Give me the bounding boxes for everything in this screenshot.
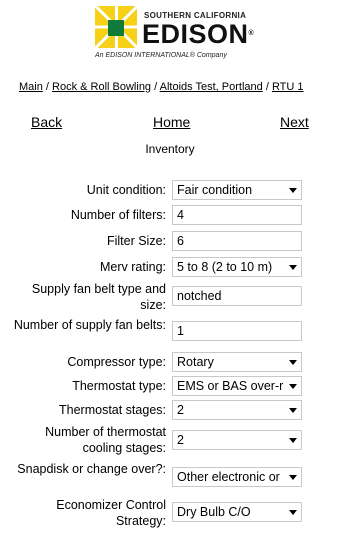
merv-select[interactable]: 5 to 8 (2 to 10 m) — [172, 257, 302, 277]
economizer-select[interactable]: Dry Bulb C/O — [172, 502, 302, 522]
fan-belt-type-label: Supply fan belt type and size: — [31, 282, 166, 312]
chevron-down-icon — [289, 265, 297, 270]
fan-belts-label: Number of supply fan belts: — [13, 318, 166, 332]
cooling-stages-label: Number of thermostat cooling stages: — [45, 425, 166, 455]
unit-condition-label: Unit condition: — [86, 183, 166, 197]
num-filters-input[interactable]: 4 — [172, 205, 302, 225]
unit-condition-select[interactable]: Fair condition — [172, 180, 302, 200]
home-link[interactable]: Home — [153, 114, 190, 130]
snapdisk-label: Snapdisk or change over?: — [17, 462, 166, 476]
chevron-down-icon — [289, 510, 297, 515]
snapdisk-select[interactable]: Other electronic or — [172, 467, 302, 487]
fan-belts-input[interactable]: 1 — [172, 321, 302, 341]
filter-size-input[interactable]: 6 — [172, 231, 302, 251]
economizer-label: Economizer Control Strategy: — [56, 498, 166, 528]
next-link[interactable]: Next — [280, 114, 309, 130]
compressor-label: Compressor type: — [67, 355, 166, 369]
breadcrumb-unit[interactable]: RTU 1 — [272, 81, 304, 93]
breadcrumb-business[interactable]: Rock & Roll Bowling — [52, 81, 151, 93]
logo-tagline: An EDISON INTERNATIONAL® Company — [95, 52, 227, 59]
chevron-down-icon — [289, 438, 297, 443]
chevron-down-icon — [289, 384, 297, 389]
breadcrumb: Main / Rock & Roll Bowling / Altoids Tes… — [19, 81, 304, 93]
edison-logo: SOUTHERN CALIFORNIA EDISON® An EDISON IN… — [95, 6, 254, 62]
chevron-down-icon — [289, 188, 297, 193]
edison-sun-mark-icon — [95, 6, 137, 48]
breadcrumb-site[interactable]: Altoids Test, Portland — [160, 81, 263, 93]
thermostat-stages-select[interactable]: 2 — [172, 400, 302, 420]
compressor-select[interactable]: Rotary — [172, 352, 302, 372]
filter-size-label: Filter Size: — [106, 234, 166, 248]
back-link[interactable]: Back — [31, 114, 62, 130]
fan-belt-type-input[interactable]: notched — [172, 286, 302, 306]
cooling-stages-select[interactable]: 2 — [172, 430, 302, 450]
chevron-down-icon — [289, 475, 297, 480]
section-title: Inventory — [145, 142, 195, 156]
thermostat-type-select[interactable]: EMS or BAS over-r — [172, 376, 302, 396]
num-filters-label: Number of filters: — [70, 208, 166, 222]
logo-name: EDISON® — [142, 19, 255, 49]
thermostat-type-label: Thermostat type: — [72, 379, 166, 393]
thermostat-stages-label: Thermostat stages: — [59, 403, 166, 417]
breadcrumb-main[interactable]: Main — [19, 81, 43, 93]
merv-label: Merv rating: — [100, 260, 166, 274]
chevron-down-icon — [289, 408, 297, 413]
chevron-down-icon — [289, 360, 297, 365]
